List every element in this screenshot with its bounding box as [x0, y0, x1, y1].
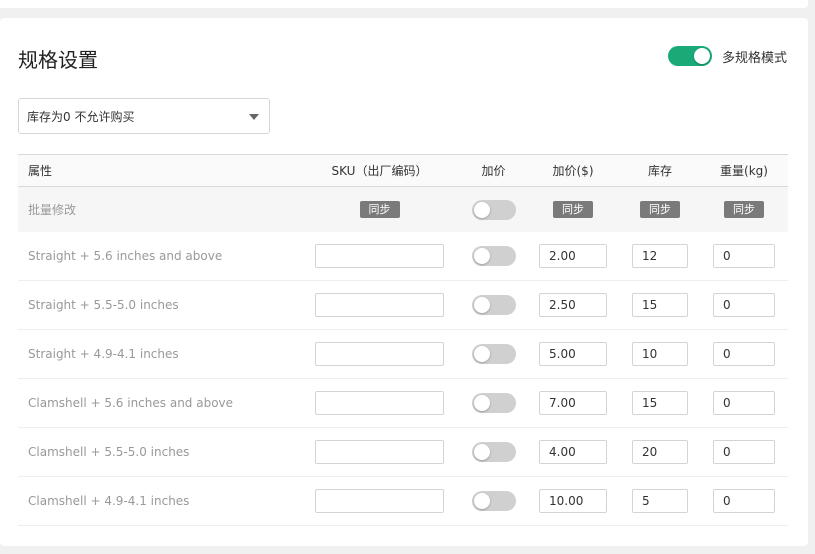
row-attr-name: Clamshell + 5.6 inches and above [28, 396, 234, 410]
row-attr-name: Straight + 5.5-5.0 inches [28, 298, 179, 312]
row-attr-name: Straight + 4.9-4.1 inches [28, 347, 179, 361]
price-input[interactable] [539, 244, 607, 268]
header-sku: SKU（出厂编码） [331, 164, 428, 178]
toggle-knob [473, 444, 490, 460]
sku-input[interactable] [315, 489, 444, 513]
table-row: Clamshell + 5.5-5.0 inches [18, 428, 788, 477]
price-input[interactable] [539, 342, 607, 366]
toggle-knob [694, 48, 710, 64]
header-price: 加价($) [552, 164, 594, 178]
table-row: Straight + 4.9-4.1 inches [18, 330, 788, 379]
spec-table: 属性 SKU（出厂编码） 加价 加价($) 库存 重量(kg) 批量修改 同步 … [18, 154, 788, 526]
header-weight: 重量(kg) [720, 164, 768, 178]
previous-section-card [0, 0, 808, 8]
toggle-knob [473, 248, 490, 264]
header-stock: 库存 [647, 164, 672, 178]
row-attr-name: Straight + 5.6 inches and above [28, 249, 223, 263]
sku-input[interactable] [315, 440, 444, 464]
sync-weight-button[interactable]: 同步 [724, 201, 764, 218]
price-input[interactable] [539, 440, 607, 464]
add-price-toggle[interactable] [471, 393, 516, 413]
add-price-toggle[interactable] [471, 491, 516, 511]
sku-input[interactable] [315, 293, 444, 317]
add-price-toggle[interactable] [471, 344, 516, 364]
add-price-toggle[interactable] [471, 246, 516, 266]
price-input[interactable] [539, 293, 607, 317]
sku-input[interactable] [315, 244, 444, 268]
table-header: 属性 SKU（出厂编码） 加价 加价($) 库存 重量(kg) [18, 154, 788, 187]
weight-input[interactable] [713, 244, 775, 268]
table-row: Clamshell + 4.9-4.1 inches [18, 477, 788, 526]
toggle-knob [473, 395, 490, 411]
stock-policy-value: 库存为0 不允许购买 [27, 109, 135, 124]
sku-input[interactable] [315, 391, 444, 415]
add-price-toggle[interactable] [471, 442, 516, 462]
toggle-knob [473, 346, 490, 362]
add-price-toggle[interactable] [471, 295, 516, 315]
stock-input[interactable] [632, 342, 688, 366]
batch-edit-row: 批量修改 同步 同步 同步 同步 [18, 187, 788, 232]
header-attr: 属性 [28, 164, 53, 178]
stock-input[interactable] [632, 391, 688, 415]
weight-input[interactable] [713, 440, 775, 464]
table-row: Straight + 5.6 inches and above [18, 232, 788, 281]
batch-edit-label: 批量修改 [28, 203, 77, 217]
sku-input[interactable] [315, 342, 444, 366]
stock-input[interactable] [632, 244, 688, 268]
weight-input[interactable] [713, 293, 775, 317]
row-attr-name: Clamshell + 4.9-4.1 inches [28, 494, 190, 508]
sync-stock-button[interactable]: 同步 [640, 201, 680, 218]
chevron-down-icon [249, 114, 259, 120]
toggle-knob [473, 493, 490, 509]
multi-spec-label: 多规格模式 [722, 50, 788, 66]
batch-add-price-toggle[interactable] [471, 199, 516, 220]
stock-input[interactable] [632, 293, 688, 317]
stock-input[interactable] [632, 489, 688, 513]
row-attr-name: Clamshell + 5.5-5.0 inches [28, 445, 190, 459]
table-row: Clamshell + 5.6 inches and above [18, 379, 788, 428]
weight-input[interactable] [713, 489, 775, 513]
price-input[interactable] [539, 391, 607, 415]
table-row: Straight + 5.5-5.0 inches [18, 281, 788, 330]
toggle-knob [473, 201, 490, 218]
price-input[interactable] [539, 489, 607, 513]
multi-spec-mode: 多规格模式 [668, 45, 787, 67]
weight-input[interactable] [713, 391, 775, 415]
page-title: 规格设置 [18, 48, 98, 72]
multi-spec-toggle[interactable] [668, 46, 712, 66]
sync-sku-button[interactable]: 同步 [359, 201, 400, 218]
toggle-knob [473, 297, 490, 313]
stock-input[interactable] [632, 440, 688, 464]
sync-price-button[interactable]: 同步 [553, 201, 593, 218]
spec-settings-card: 规格设置 多规格模式 库存为0 不允许购买 属性 SKU（出厂编码） 加价 加价… [0, 18, 808, 546]
weight-input[interactable] [713, 342, 775, 366]
stock-policy-select[interactable]: 库存为0 不允许购买 [18, 98, 270, 134]
header-add-price: 加价 [481, 164, 506, 178]
